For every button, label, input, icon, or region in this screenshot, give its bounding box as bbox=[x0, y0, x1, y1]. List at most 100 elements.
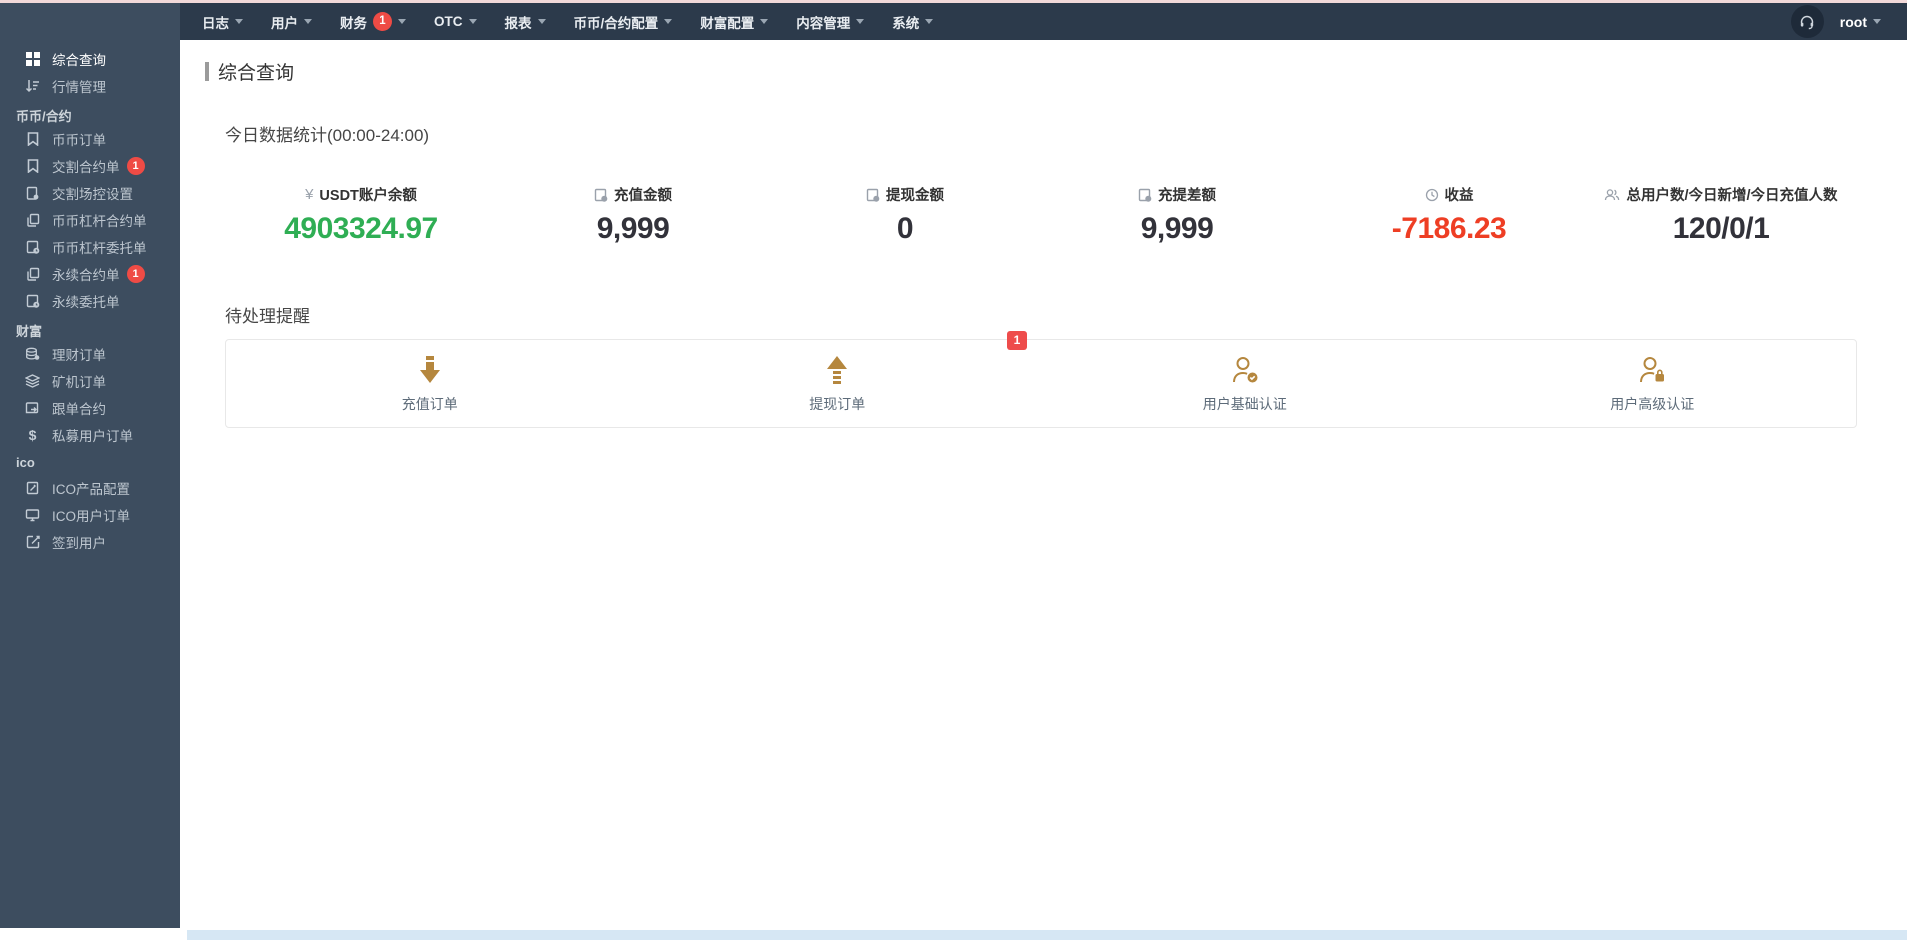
top-navbar: 日志 用户 财务 1 OTC 报表 币币/合约配置 bbox=[180, 3, 1907, 40]
nav-menu-reports[interactable]: 报表 bbox=[491, 3, 560, 40]
stat-value: 9,999 bbox=[497, 212, 769, 246]
pending-advanced-kyc[interactable]: 用户高级认证 bbox=[1449, 340, 1857, 427]
chevron-down-icon bbox=[304, 19, 312, 24]
pending-deposit-orders[interactable]: 充值订单 bbox=[226, 340, 634, 427]
arrow-up-icon bbox=[634, 355, 1042, 385]
chevron-down-icon bbox=[925, 19, 933, 24]
stat-label: 充提差额 bbox=[1158, 184, 1216, 205]
stat-label: 收益 bbox=[1445, 184, 1474, 205]
sidebar-item-market[interactable]: 行情管理 bbox=[0, 72, 180, 99]
pending-label: 用户高级认证 bbox=[1449, 394, 1857, 414]
nav-menu-wealth-config[interactable]: 财富配置 bbox=[686, 3, 782, 40]
nav-menu-label: 财务 bbox=[340, 12, 367, 32]
sidebar-item-label: ICO产品配置 bbox=[52, 478, 130, 498]
sidebar-item-label: 矿机订单 bbox=[52, 371, 106, 391]
sidebar-item-perpetual-delegations[interactable]: 永续委托单 bbox=[0, 287, 180, 314]
sidebar-item-label: 交割场控设置 bbox=[52, 183, 133, 203]
bookmark-icon bbox=[24, 131, 41, 147]
chevron-down-icon bbox=[398, 19, 406, 24]
notification-badge: 1 bbox=[127, 157, 145, 175]
nav-menu-label: OTC bbox=[434, 14, 463, 29]
nav-menu-users[interactable]: 用户 bbox=[257, 3, 326, 40]
stat-value: 0 bbox=[769, 212, 1041, 246]
users-icon bbox=[1604, 188, 1620, 202]
nav-menu-logs[interactable]: 日志 bbox=[188, 3, 257, 40]
stat-label: 提现金额 bbox=[886, 184, 944, 205]
sidebar-item-checkin-users[interactable]: 签到用户 bbox=[0, 528, 180, 555]
doc-clock-icon bbox=[866, 188, 880, 202]
sidebar-item-overview[interactable]: 综合查询 bbox=[0, 45, 180, 72]
nav-menu-coin-contract-config[interactable]: 币币/合约配置 bbox=[560, 3, 687, 40]
arrow-down-icon bbox=[226, 355, 634, 385]
sidebar-item-label: 签到用户 bbox=[52, 532, 106, 552]
yen-icon: ¥ bbox=[305, 186, 313, 203]
sort-icon bbox=[24, 78, 41, 94]
notification-badge: 1 bbox=[1007, 331, 1027, 350]
nav-menu-label: 系统 bbox=[892, 12, 919, 32]
pending-label: 用户基础认证 bbox=[1041, 394, 1449, 414]
chevron-down-icon bbox=[664, 19, 672, 24]
sidebar-item-delivery-risk-settings[interactable]: 交割场控设置 bbox=[0, 179, 180, 206]
nav-menu-finance[interactable]: 财务 1 bbox=[326, 3, 420, 40]
edit-square-icon bbox=[24, 534, 41, 550]
stat-value: 120/0/1 bbox=[1585, 212, 1857, 246]
stat-label: 总用户数/今日新增/今日充值人数 bbox=[1626, 184, 1837, 205]
sidebar-item-private-placement[interactable]: $ 私募用户订单 bbox=[0, 421, 180, 448]
sidebar-item-miner-orders[interactable]: 矿机订单 bbox=[0, 367, 180, 394]
nav-menu-label: 日志 bbox=[202, 12, 229, 32]
copy-icon bbox=[24, 266, 41, 282]
nav-menu-otc[interactable]: OTC bbox=[420, 3, 491, 40]
file-clock-icon bbox=[24, 293, 41, 309]
pending-label: 提现订单 bbox=[634, 394, 1042, 414]
grid-icon bbox=[24, 51, 41, 67]
dollar-icon: $ bbox=[24, 427, 41, 443]
sidebar-item-ico-orders[interactable]: ICO用户订单 bbox=[0, 501, 180, 528]
user-gear-icon bbox=[1449, 355, 1857, 385]
support-button[interactable] bbox=[1791, 5, 1824, 38]
sidebar-item-perpetual-contracts[interactable]: 永续合约单 1 bbox=[0, 260, 180, 287]
sidebar-item-label: 币币订单 bbox=[52, 129, 106, 149]
stat-label: 充值金额 bbox=[614, 184, 672, 205]
monitor-icon bbox=[24, 507, 41, 523]
nav-menu-label: 币币/合约配置 bbox=[574, 12, 659, 32]
stat-profit: 收益 -7186.23 bbox=[1313, 184, 1585, 246]
sidebar-item-label: 永续合约单 bbox=[52, 264, 120, 284]
horizontal-scrollbar-thumb[interactable] bbox=[187, 930, 1907, 940]
sidebar-item-delivery-contracts[interactable]: 交割合约单 1 bbox=[0, 152, 180, 179]
sidebar-item-label: ICO用户订单 bbox=[52, 505, 130, 525]
clipboard-gear-icon bbox=[24, 185, 41, 201]
page-title: 综合查询 bbox=[205, 58, 1857, 85]
pending-basic-kyc[interactable]: 用户基础认证 bbox=[1041, 340, 1449, 427]
stat-label: USDT账户余额 bbox=[319, 184, 416, 205]
sidebar-item-margin-delegations[interactable]: 币币杠杆委托单 bbox=[0, 233, 180, 260]
nav-menu-label: 用户 bbox=[271, 12, 298, 32]
doc-clock-icon bbox=[1138, 188, 1152, 202]
nav-menu-system[interactable]: 系统 bbox=[878, 3, 947, 40]
file-edit-icon bbox=[24, 480, 41, 496]
chevron-down-icon bbox=[235, 19, 243, 24]
doc-clock-icon bbox=[594, 188, 608, 202]
nav-menu-label: 内容管理 bbox=[796, 12, 850, 32]
sidebar-item-margin-contracts[interactable]: 币币杠杆合约单 bbox=[0, 206, 180, 233]
folder-arrow-icon bbox=[24, 400, 41, 416]
sidebar-item-label: 行情管理 bbox=[52, 76, 106, 96]
chevron-down-icon bbox=[856, 19, 864, 24]
nav-menu-label: 财富配置 bbox=[700, 12, 754, 32]
coins-icon bbox=[24, 346, 41, 362]
chevron-down-icon bbox=[1873, 19, 1881, 24]
stat-deposit-amount: 充值金额 9,999 bbox=[497, 184, 769, 246]
nav-menu-label: 报表 bbox=[505, 12, 532, 32]
sidebar-item-wealth-orders[interactable]: 理财订单 bbox=[0, 340, 180, 367]
stat-value: -7186.23 bbox=[1313, 212, 1585, 246]
nav-menu-content[interactable]: 内容管理 bbox=[782, 3, 878, 40]
user-menu[interactable]: root bbox=[1840, 14, 1881, 30]
sidebar-item-label: 私募用户订单 bbox=[52, 425, 133, 445]
sidebar: 综合查询 行情管理 币币/合约 币币订单 交割合约单 1 bbox=[0, 3, 180, 928]
sidebar-item-ico-products[interactable]: ICO产品配置 bbox=[0, 474, 180, 501]
sidebar-item-copy-trading[interactable]: 跟单合约 bbox=[0, 394, 180, 421]
sidebar-item-label: 交割合约单 bbox=[52, 156, 120, 176]
admin-dashboard: 综合查询 行情管理 币币/合约 币币订单 交割合约单 1 bbox=[0, 0, 1907, 942]
pending-section-title: 待处理提醒 bbox=[225, 302, 1857, 327]
sidebar-item-coin-orders[interactable]: 币币订单 bbox=[0, 125, 180, 152]
pending-withdraw-orders[interactable]: 1 提现订单 bbox=[634, 340, 1042, 427]
